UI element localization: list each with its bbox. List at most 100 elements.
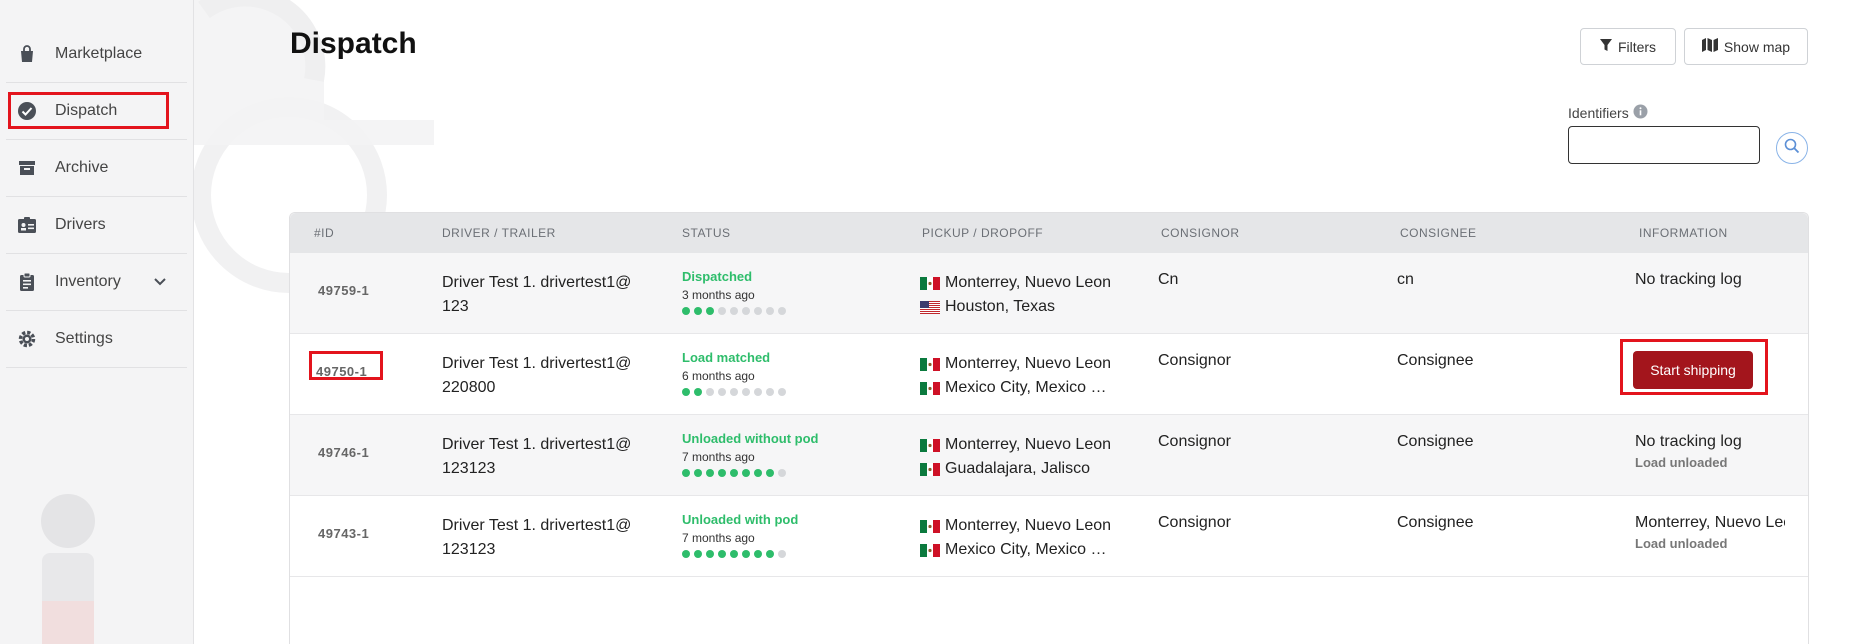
information: Monterrey, Nuevo Leon Load unloaded: [1635, 514, 1785, 551]
filters-button[interactable]: Filters: [1580, 28, 1676, 65]
mexico-flag-icon: [920, 276, 940, 290]
sidebar-item-label: Marketplace: [55, 45, 143, 62]
progress-dot: [754, 469, 762, 477]
progress-dot: [718, 307, 726, 315]
sidebar-item-label: Inventory: [55, 273, 121, 290]
consignor: Consignor: [1158, 514, 1231, 531]
filter-icon: [1599, 38, 1612, 55]
sidebar-item-marketplace[interactable]: Marketplace: [6, 26, 187, 83]
mexico-flag-icon: [920, 381, 940, 395]
progress-dot: [742, 307, 750, 315]
dropoff-text: Houston, Texas: [945, 298, 1055, 315]
start-shipping-button[interactable]: Start shipping: [1633, 351, 1753, 389]
progress-dot: [754, 550, 762, 558]
status-time: 6 months ago: [682, 369, 755, 383]
consignee: Consignee: [1397, 514, 1474, 531]
sidebar-item-inventory[interactable]: Inventory: [6, 254, 187, 311]
progress-dot: [706, 388, 714, 396]
information: No tracking log: [1635, 271, 1785, 289]
progress-dot: [766, 307, 774, 315]
archive-icon: [17, 158, 37, 178]
mexico-flag-icon: [920, 438, 940, 452]
information-text: Monterrey, Nuevo Leon: [1635, 514, 1785, 531]
sidebar-item-settings[interactable]: Settings: [6, 311, 187, 368]
row-id[interactable]: 49743-1: [318, 526, 369, 541]
driver-trailer: Driver Test 1. drivertest1@ 123123: [442, 514, 652, 562]
progress-dot: [730, 307, 738, 315]
dropoff-text: Mexico City, Mexico …: [945, 379, 1107, 396]
table-row[interactable]: 49746-1 Driver Test 1. drivertest1@ 1231…: [290, 415, 1808, 496]
information-text: No tracking log: [1635, 271, 1742, 288]
pickup-text: Monterrey, Nuevo Leon: [945, 517, 1112, 534]
pickup-location: Monterrey, Nuevo Leon: [920, 271, 1111, 295]
dropoff-location: Mexico City, Mexico …: [920, 538, 1111, 562]
info-icon[interactable]: [1633, 104, 1648, 122]
pickup-text: Monterrey, Nuevo Leon: [945, 436, 1112, 453]
active-highlight: [8, 92, 169, 129]
dropoff-location: Houston, Texas: [920, 295, 1111, 319]
pickup-dropoff: Monterrey, Nuevo Leon Guadalajara, Jalis…: [920, 433, 1111, 481]
id-card-icon: [17, 215, 37, 235]
progress-dot: [766, 388, 774, 396]
mexico-flag-icon: [920, 357, 940, 371]
trailer-number: 123123: [442, 541, 496, 558]
progress-dot: [778, 388, 786, 396]
driver-trailer: Driver Test 1. drivertest1@ 123123: [442, 433, 652, 481]
table-row[interactable]: 49750-1 Driver Test 1. drivertest1@ 2208…: [290, 334, 1808, 415]
driver-name: Driver Test 1. drivertest1@: [442, 274, 632, 291]
mexico-flag-icon: [920, 543, 940, 557]
map-icon: [1701, 38, 1718, 55]
progress-dot: [706, 550, 714, 558]
status-text: Load matched: [682, 350, 771, 365]
column-header-information[interactable]: INFORMATION: [1639, 226, 1728, 240]
status-cell: Unloaded with pod 7 months ago: [682, 512, 798, 558]
progress-dots: [682, 307, 786, 315]
sidebar-item-archive[interactable]: Archive: [6, 140, 187, 197]
status-time: 3 months ago: [682, 288, 755, 302]
search-button[interactable]: [1776, 132, 1808, 164]
column-header-id[interactable]: #ID: [314, 226, 334, 240]
column-header-status[interactable]: STATUS: [682, 226, 731, 240]
row-id[interactable]: 49750-1: [316, 364, 367, 379]
progress-dot: [718, 388, 726, 396]
identifiers-label-text: Identifiers: [1568, 105, 1629, 121]
filters-label: Filters: [1617, 38, 1657, 55]
progress-dot: [694, 469, 702, 477]
consignee: Consignee: [1397, 352, 1474, 369]
dropoff-location: Guadalajara, Jalisco: [920, 457, 1111, 481]
progress-dot: [718, 550, 726, 558]
table-row[interactable]: 49759-1 Driver Test 1. drivertest1@ 123 …: [290, 253, 1808, 334]
sidebar-nav: Marketplace Dispatch Archive Drivers Inv…: [0, 0, 193, 368]
progress-dot: [694, 388, 702, 396]
sidebar-item-label: Archive: [55, 159, 109, 176]
column-header-consignee[interactable]: CONSIGNEE: [1400, 226, 1477, 240]
show-map-label: Show map: [1723, 38, 1791, 55]
sidebar-item-drivers[interactable]: Drivers: [6, 197, 187, 254]
dropoff-text: Mexico City, Mexico …: [945, 541, 1107, 558]
dropoff-location: Mexico City, Mexico …: [920, 376, 1111, 400]
consignor: Consignor: [1158, 352, 1231, 369]
driver-trailer: Driver Test 1. drivertest1@ 123: [442, 271, 652, 319]
driver-trailer: Driver Test 1. drivertest1@ 220800: [442, 352, 652, 400]
information-subtext: Load unloaded: [1635, 536, 1728, 551]
column-header-driver[interactable]: DRIVER / TRAILER: [442, 226, 556, 240]
status-text: Dispatched: [682, 269, 753, 284]
pickup-text: Monterrey, Nuevo Leon: [945, 274, 1112, 291]
usa-flag-icon: [920, 300, 940, 314]
consignee: cn: [1397, 271, 1414, 288]
progress-dot: [778, 307, 786, 315]
pickup-dropoff: Monterrey, Nuevo Leon Mexico City, Mexic…: [920, 514, 1111, 562]
identifiers-input[interactable]: [1568, 126, 1760, 164]
column-header-pickup-dropoff[interactable]: PICKUP / DROPOFF: [922, 226, 1043, 240]
sidebar-item-label: Settings: [55, 330, 113, 347]
show-map-button[interactable]: Show map: [1684, 28, 1808, 65]
row-id[interactable]: 49746-1: [318, 445, 369, 460]
dispatch-table: #ID DRIVER / TRAILER STATUS PICKUP / DRO…: [289, 212, 1809, 644]
progress-dot: [682, 469, 690, 477]
chevron-down-icon[interactable]: [153, 274, 167, 292]
row-id[interactable]: 49759-1: [318, 283, 369, 298]
column-header-consignor[interactable]: CONSIGNOR: [1161, 226, 1240, 240]
progress-dot: [706, 469, 714, 477]
table-row[interactable]: 49743-1 Driver Test 1. drivertest1@ 1231…: [290, 496, 1808, 577]
sidebar-item-dispatch[interactable]: Dispatch: [6, 83, 187, 140]
